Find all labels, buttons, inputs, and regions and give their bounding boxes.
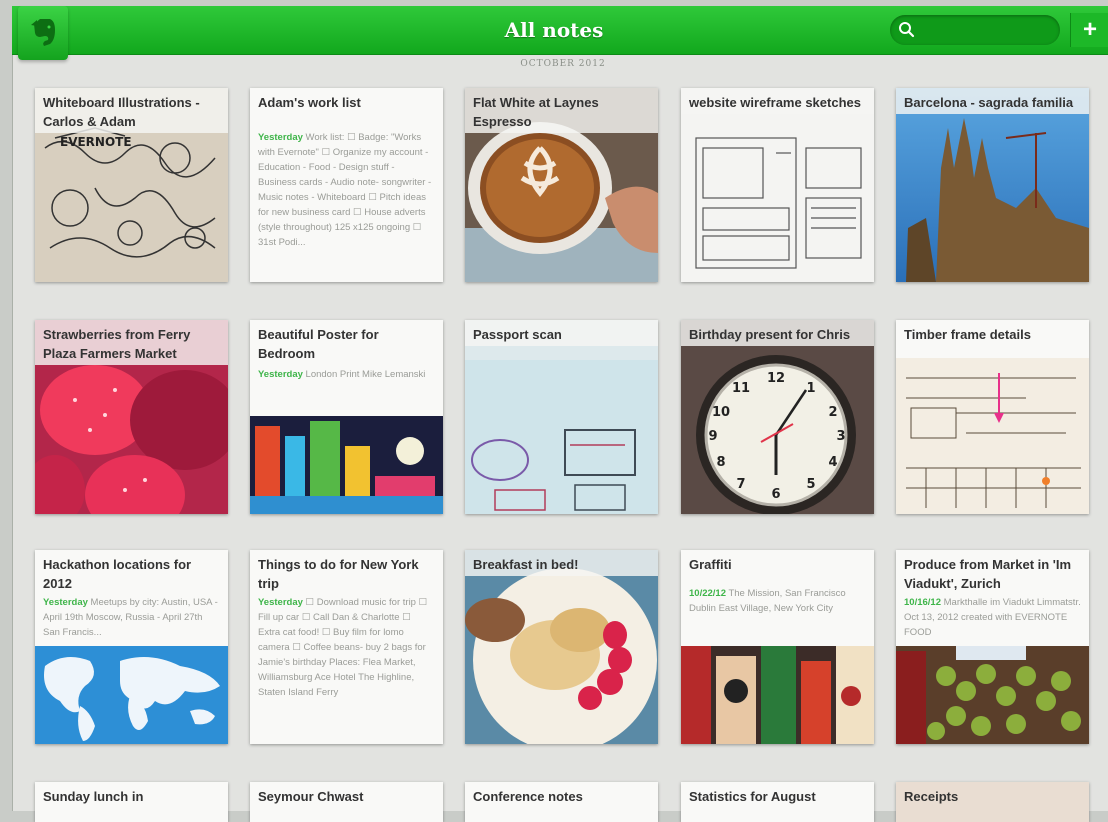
poster-thumbnail bbox=[250, 416, 443, 514]
produce-thumbnail bbox=[896, 646, 1089, 744]
note-title: Flat White at Laynes Espresso bbox=[465, 88, 658, 133]
note-card[interactable]: EVERNOTE Whiteboard Illustrations - Carl… bbox=[35, 88, 228, 282]
svg-text:2: 2 bbox=[828, 405, 837, 420]
note-card[interactable]: Statistics for August bbox=[681, 782, 874, 822]
note-title: Sunday lunch in bbox=[43, 789, 144, 804]
note-card[interactable]: Breakfast in bed! bbox=[465, 550, 658, 744]
note-card[interactable]: Passport scan bbox=[465, 320, 658, 514]
watch-thumbnail: 12 12 3 45 6 78 9 1011 bbox=[681, 320, 874, 514]
note-card[interactable]: Things to do for New York trip Yesterday… bbox=[250, 550, 443, 744]
search-icon bbox=[899, 22, 915, 38]
world-map-thumbnail bbox=[35, 646, 228, 744]
svg-text:12: 12 bbox=[767, 371, 785, 386]
svg-text:4: 4 bbox=[828, 455, 837, 470]
sagrada-familia-thumbnail bbox=[896, 88, 1089, 282]
note-date: 10/16/12 bbox=[904, 597, 941, 608]
note-snippet: 10/22/12 The Mission, San Francisco Dubl… bbox=[681, 576, 874, 616]
note-snippet: Yesterday Meetups by city: Austin, USA -… bbox=[35, 595, 228, 640]
svg-text:7: 7 bbox=[736, 477, 745, 492]
note-card[interactable]: Produce from Market in 'Im Viadukt', Zur… bbox=[896, 550, 1089, 744]
graffiti-thumbnail bbox=[681, 646, 874, 744]
note-card[interactable]: Hackathon locations for 2012 Yesterday M… bbox=[35, 550, 228, 744]
svg-text:6: 6 bbox=[771, 487, 780, 502]
note-snippet-text: London Print Mike Lemanski bbox=[305, 369, 426, 380]
passport-thumbnail bbox=[465, 320, 658, 514]
search-box[interactable] bbox=[890, 15, 1060, 45]
note-title: website wireframe sketches bbox=[681, 88, 874, 114]
note-card[interactable]: Timber frame details bbox=[896, 320, 1089, 514]
note-date: Yesterday bbox=[258, 597, 303, 608]
month-header: OCTOBER 2012 bbox=[520, 59, 606, 69]
note-card[interactable]: Adam's work list Yesterday Work list: ☐ … bbox=[250, 88, 443, 282]
note-title: Barcelona - sagrada familia bbox=[896, 88, 1089, 114]
note-card[interactable]: Barcelona - sagrada familia bbox=[896, 88, 1089, 282]
note-snippet: 10/16/12 Markthalle im Viadukt Limmatstr… bbox=[896, 595, 1089, 640]
note-title: Receipts bbox=[904, 789, 959, 804]
svg-text:9: 9 bbox=[708, 429, 717, 444]
search-input[interactable] bbox=[920, 19, 1054, 43]
wireframe-thumbnail bbox=[681, 88, 874, 282]
note-card[interactable]: Beautiful Poster for Bedroom Yesterday L… bbox=[250, 320, 443, 514]
note-title: Breakfast in bed! bbox=[465, 550, 658, 576]
note-title: Hackathon locations for 2012 bbox=[43, 557, 192, 591]
note-title: Graffiti bbox=[689, 557, 732, 572]
note-snippet-text: ☐ Download music for trip ☐ Fill up car … bbox=[258, 597, 428, 698]
note-snippet: Yesterday Work list: ☐ Badge: "Works wit… bbox=[250, 114, 443, 250]
new-note-button[interactable]: + bbox=[1070, 13, 1108, 47]
svg-text:3: 3 bbox=[836, 429, 845, 444]
note-card[interactable]: Strawberries from Ferry Plaza Farmers Ma… bbox=[35, 320, 228, 514]
note-date: Yesterday bbox=[258, 132, 303, 143]
note-title: Seymour Chwast bbox=[258, 789, 364, 804]
note-card[interactable]: Flat White at Laynes Espresso bbox=[465, 88, 658, 282]
note-title: Produce from Market in 'Im Viadukt', Zur… bbox=[904, 557, 1072, 591]
note-title: Strawberries from Ferry Plaza Farmers Ma… bbox=[35, 320, 228, 365]
svg-text:1: 1 bbox=[806, 381, 815, 396]
note-title: Conference notes bbox=[473, 789, 583, 804]
note-date: 10/22/12 bbox=[689, 588, 726, 599]
note-card[interactable]: website wireframe sketches bbox=[681, 88, 874, 282]
svg-text:8: 8 bbox=[716, 455, 725, 470]
note-title: Things to do for New York trip bbox=[258, 557, 419, 591]
note-card[interactable]: 12 1 2 3 45 6 78 9 10 11 Birthday present for … bbox=[681, 320, 874, 514]
note-card[interactable]: Conference notes bbox=[465, 782, 658, 822]
note-title: Birthday present for Chris bbox=[681, 320, 874, 346]
breakfast-thumbnail bbox=[465, 550, 658, 744]
note-snippet-text: Work list: ☐ Badge: "Works with Evernote… bbox=[258, 132, 432, 248]
svg-text:11: 11 bbox=[732, 381, 750, 396]
note-title: Passport scan bbox=[465, 320, 658, 346]
note-title: Statistics for August bbox=[689, 789, 816, 804]
svg-text:10: 10 bbox=[712, 405, 730, 420]
note-title: Whiteboard Illustrations - Carlos & Adam bbox=[35, 88, 228, 133]
note-title: Timber frame details bbox=[904, 327, 1031, 342]
note-date: Yesterday bbox=[258, 369, 303, 380]
svg-text:5: 5 bbox=[806, 477, 815, 492]
svg-text:EVERNOTE: EVERNOTE bbox=[60, 135, 132, 149]
note-card[interactable]: Sunday lunch in bbox=[35, 782, 228, 822]
timber-sketch-thumbnail bbox=[896, 358, 1089, 514]
note-card[interactable]: Seymour Chwast bbox=[250, 782, 443, 822]
note-date: Yesterday bbox=[43, 597, 88, 608]
note-card[interactable]: Receipts bbox=[896, 782, 1089, 822]
note-title: Beautiful Poster for Bedroom bbox=[258, 327, 379, 361]
note-card[interactable]: Graffiti 10/22/12 The Mission, San Franc… bbox=[681, 550, 874, 744]
note-title: Adam's work list bbox=[258, 95, 361, 110]
note-snippet: Yesterday London Print Mike Lemanski bbox=[250, 365, 443, 382]
note-snippet: Yesterday ☐ Download music for trip ☐ Fi… bbox=[250, 595, 443, 700]
